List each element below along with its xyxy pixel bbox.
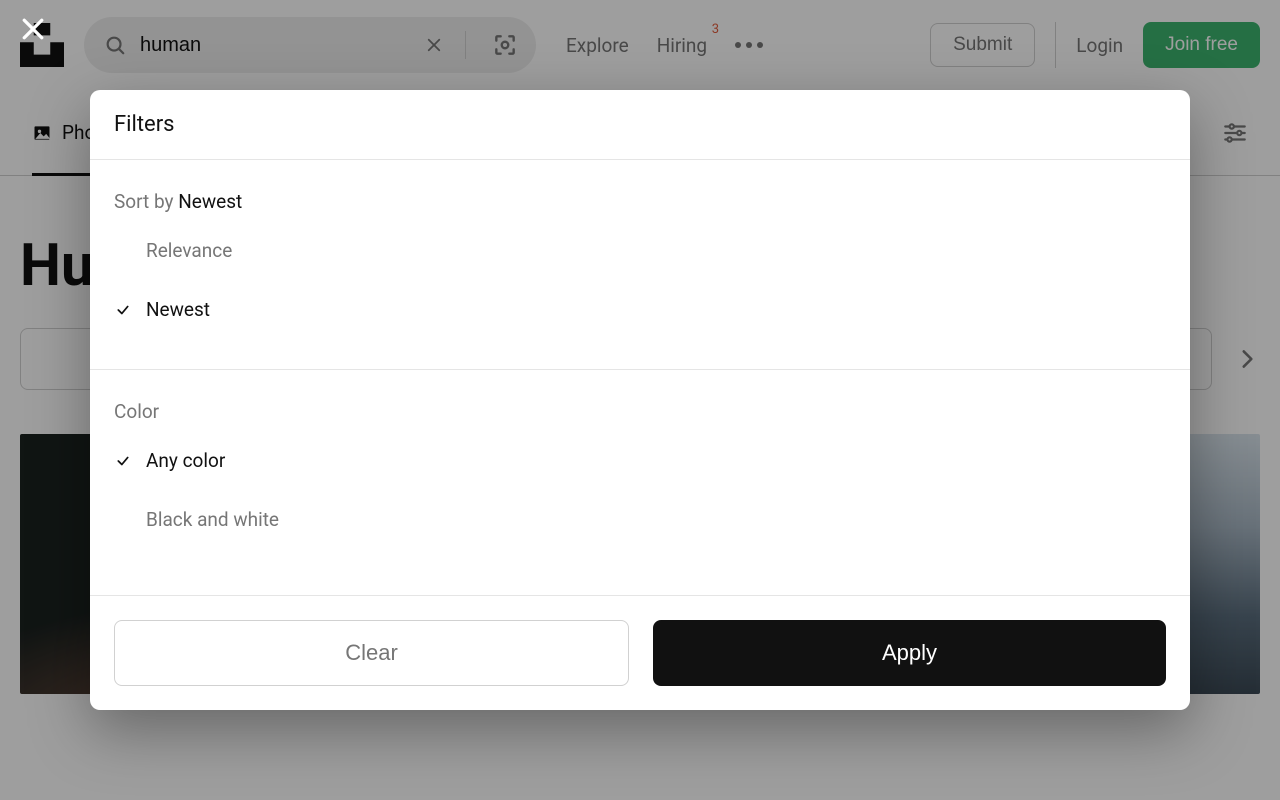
sort-label: Sort by Newest	[114, 190, 1166, 213]
option-label: Newest	[146, 298, 210, 321]
color-label: Color	[114, 400, 1166, 423]
option-label: Any color	[146, 449, 225, 472]
check-icon	[114, 454, 132, 468]
check-icon	[114, 303, 132, 317]
modal-overlay[interactable]: Filters Sort by Newest Relevance Newest	[0, 0, 1280, 800]
apply-button[interactable]: Apply	[653, 620, 1166, 686]
modal-title: Filters	[90, 90, 1190, 160]
sort-option-newest[interactable]: Newest	[114, 280, 1166, 339]
filters-modal: Filters Sort by Newest Relevance Newest	[90, 90, 1190, 710]
clear-button[interactable]: Clear	[114, 620, 629, 686]
color-option-any[interactable]: Any color	[114, 431, 1166, 490]
close-icon[interactable]	[18, 14, 48, 44]
sort-section: Sort by Newest Relevance Newest	[90, 160, 1190, 370]
option-label: Black and white	[146, 508, 279, 531]
modal-footer: Clear Apply	[90, 595, 1190, 710]
color-option-bw[interactable]: Black and white	[114, 490, 1166, 549]
sort-option-relevance[interactable]: Relevance	[114, 221, 1166, 280]
option-label: Relevance	[146, 239, 232, 262]
modal-body: Sort by Newest Relevance Newest Color	[90, 160, 1190, 595]
color-section: Color Any color Black and white	[90, 370, 1190, 579]
